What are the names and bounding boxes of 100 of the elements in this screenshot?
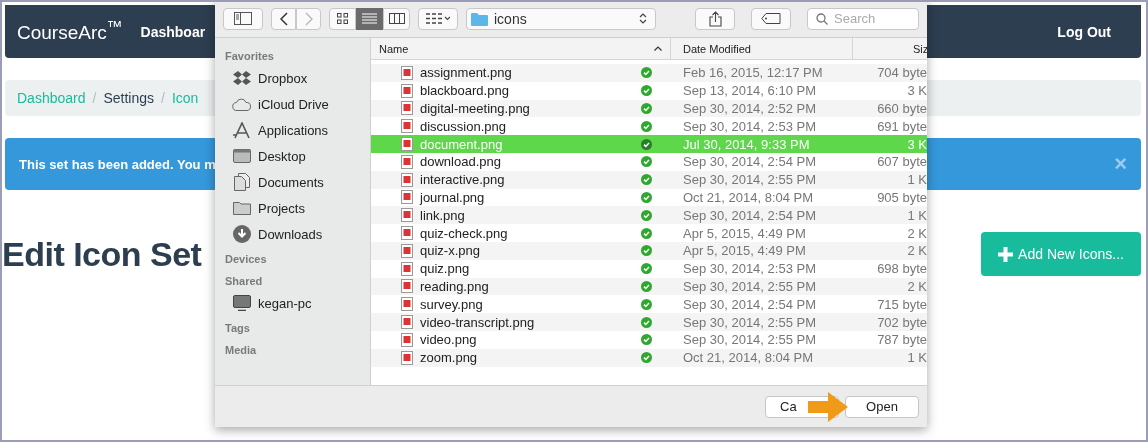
plus-icon — [998, 246, 1014, 262]
image-file-icon — [401, 315, 413, 330]
image-file-icon — [401, 226, 413, 241]
column-header[interactable]: Name — [371, 38, 671, 59]
folder-icon — [232, 201, 252, 215]
file-name: interactive.png — [420, 172, 505, 188]
date-cell-text: Apr 5, 2015, 4:49 PM — [682, 225, 807, 241]
synced-check-icon — [641, 263, 652, 275]
share-button[interactable] — [695, 7, 735, 30]
size-cell-text: 905 byte — [876, 189, 927, 205]
applications-icon — [232, 121, 252, 139]
date-cell-text: Sep 30, 2014, 2:55 PM — [682, 332, 817, 348]
back-button[interactable] — [271, 7, 296, 30]
image-file-icon — [401, 172, 413, 187]
synced-check-icon — [641, 67, 652, 79]
tag-button[interactable] — [751, 7, 791, 30]
file-row[interactable]: link.png Sep 30, 2014, 2:54 PM 1 K — [371, 206, 927, 225]
sidebar-heading: Devices — [224, 252, 268, 267]
file-name: discussion.png — [420, 118, 506, 134]
path-dropdown[interactable]: icons — [466, 7, 656, 30]
file-name: assignment.png — [420, 65, 512, 81]
computer-icon — [232, 295, 252, 311]
icon-view-button[interactable] — [329, 7, 356, 30]
file-name: survey.png — [420, 296, 483, 312]
sidebar-item[interactable]: Applications — [215, 117, 370, 143]
column-header[interactable]: Date Modified — [671, 38, 853, 59]
open-button[interactable]: Open — [845, 395, 919, 418]
file-name: video.png — [420, 332, 477, 348]
share-icon — [708, 10, 722, 27]
nav-link[interactable]: Dashboar — [140, 23, 206, 40]
column-view-button[interactable] — [383, 7, 410, 30]
file-name: document.png — [420, 136, 503, 152]
file-name: link.png — [420, 207, 465, 223]
list-view-button[interactable] — [356, 7, 383, 30]
pointer-arrow — [808, 392, 848, 422]
breadcrumb-separator: / — [92, 90, 97, 106]
date-cell-text: Jul 30, 2014, 9:33 PM — [682, 136, 811, 152]
date-cell-text: Sep 30, 2014, 2:55 PM — [682, 172, 817, 188]
synced-check-icon — [641, 352, 652, 364]
sidebar-heading: Tags — [224, 321, 251, 336]
image-file-icon — [401, 279, 413, 294]
breadcrumb-current: Settings — [103, 90, 154, 106]
file-row[interactable]: video-transcript.png Sep 30, 2014, 2:55 PM 702 byte — [371, 313, 927, 331]
synced-check-icon — [641, 120, 652, 132]
search-field[interactable]: Search — [807, 7, 919, 30]
image-file-icon — [401, 154, 413, 169]
arrange-dropdown[interactable] — [418, 7, 458, 30]
synced-check-icon — [641, 85, 652, 97]
image-file-icon — [401, 65, 413, 80]
file-row[interactable]: assignment.png Feb 16, 2015, 12:17 PM 704 byte — [371, 64, 927, 82]
column-header[interactable]: Siz — [853, 38, 927, 59]
size-cell-text: 607 byte — [876, 154, 927, 170]
logout-link[interactable]: Log Out — [1057, 23, 1111, 40]
file-name: journal.png — [420, 189, 485, 205]
sidebar-item[interactable]: kegan-pc — [215, 290, 370, 316]
date-cell-text: Sep 30, 2014, 2:53 PM — [682, 261, 817, 277]
size-cell-text: 3 K — [906, 83, 927, 99]
size-cell-text: 691 byte — [876, 118, 927, 134]
sidebar-heading: Favorites — [224, 49, 275, 64]
date-cell-text: Sep 30, 2014, 2:52 PM — [682, 101, 817, 116]
sidebar-item[interactable]: Projects — [215, 195, 370, 221]
date-cell-text: Oct 21, 2014, 8:04 PM — [682, 350, 815, 366]
synced-check-icon — [641, 334, 652, 346]
image-file-icon — [401, 83, 413, 98]
chevron-right-icon — [304, 11, 313, 26]
date-cell-text: Sep 30, 2014, 2:53 PM — [682, 118, 817, 134]
synced-check-icon — [641, 156, 652, 168]
image-file-icon — [401, 297, 413, 312]
sidebar-item[interactable]: Downloads — [215, 221, 370, 247]
synced-check-icon — [641, 316, 652, 328]
date-cell-text: Apr 5, 2015, 4:49 PM — [682, 243, 807, 259]
sidebar-item[interactable]: Documents — [215, 169, 370, 195]
size-cell-text: 704 byte — [876, 65, 927, 81]
synced-check-icon — [641, 103, 652, 114]
sidebar-icon — [234, 12, 252, 25]
tag-icon — [761, 13, 781, 24]
image-file-icon — [401, 332, 413, 347]
file-name: download.png — [420, 154, 501, 170]
size-cell-text: 2 K — [906, 225, 927, 241]
synced-check-icon — [641, 245, 652, 257]
sidebar-heading: Shared — [224, 274, 264, 289]
synced-check-icon — [641, 227, 652, 239]
date-cell-text: Sep 30, 2014, 2:54 PM — [682, 207, 817, 223]
date-cell-text: Sep 30, 2014, 2:55 PM — [682, 314, 817, 330]
alert-message: This set has been added. You m — [19, 156, 216, 172]
synced-check-icon — [641, 174, 652, 186]
brand-logo[interactable]: CourseArc$^{™}$ — [17, 18, 123, 45]
image-file-icon — [401, 101, 413, 116]
size-cell-text: 1 K — [906, 350, 927, 366]
page-heading: Edit Icon Set — [2, 234, 202, 274]
sidebar-item[interactable]: Desktop — [215, 143, 370, 169]
date-cell-text: Feb 16, 2015, 12:17 PM — [682, 65, 824, 81]
cloud-icon — [232, 97, 252, 111]
sidebar-toggle-button[interactable] — [223, 7, 263, 30]
sidebar-item[interactable]: Dropbox — [215, 65, 370, 91]
date-cell-text: Oct 21, 2014, 8:04 PM — [682, 189, 815, 205]
sidebar-item[interactable]: iCloud Drive — [215, 91, 370, 117]
documents-icon — [232, 173, 252, 191]
breadcrumb-separator: / — [161, 90, 165, 106]
file-name: zoom.png — [420, 350, 478, 366]
